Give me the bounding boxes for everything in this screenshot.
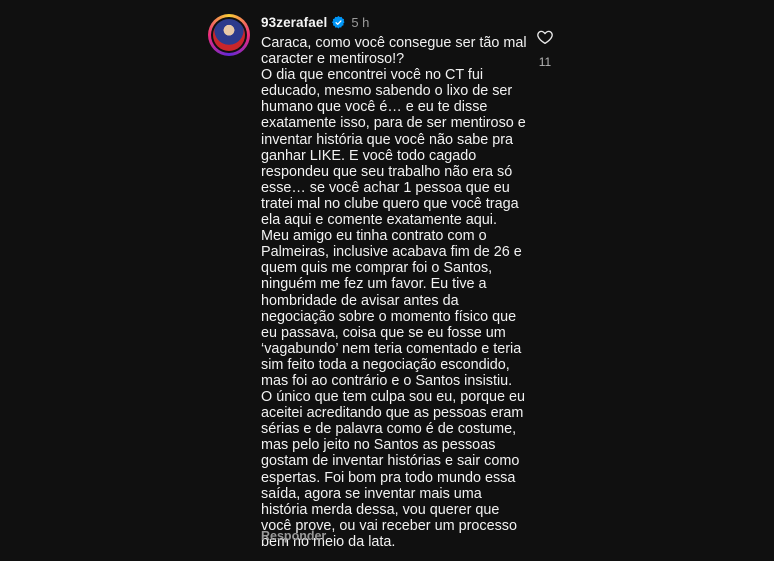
avatar-image [213,19,245,51]
avatar-frame [211,17,247,53]
heart-outline-icon [536,28,554,51]
like-button[interactable]: 11 [532,28,558,69]
verified-badge-icon [332,15,345,29]
username-link[interactable]: 93zerafael [261,15,327,30]
comment-text: Caraca, como você consegue ser tão mal c… [261,35,527,550]
comment: 93zerafael 5 h Caraca, como você consegu… [0,0,774,561]
like-count: 11 [538,55,552,69]
comment-timestamp: 5 h [351,14,370,30]
avatar[interactable] [208,14,250,56]
reply-button[interactable]: Responder [261,529,326,543]
comment-header: 93zerafael 5 h [261,14,369,30]
